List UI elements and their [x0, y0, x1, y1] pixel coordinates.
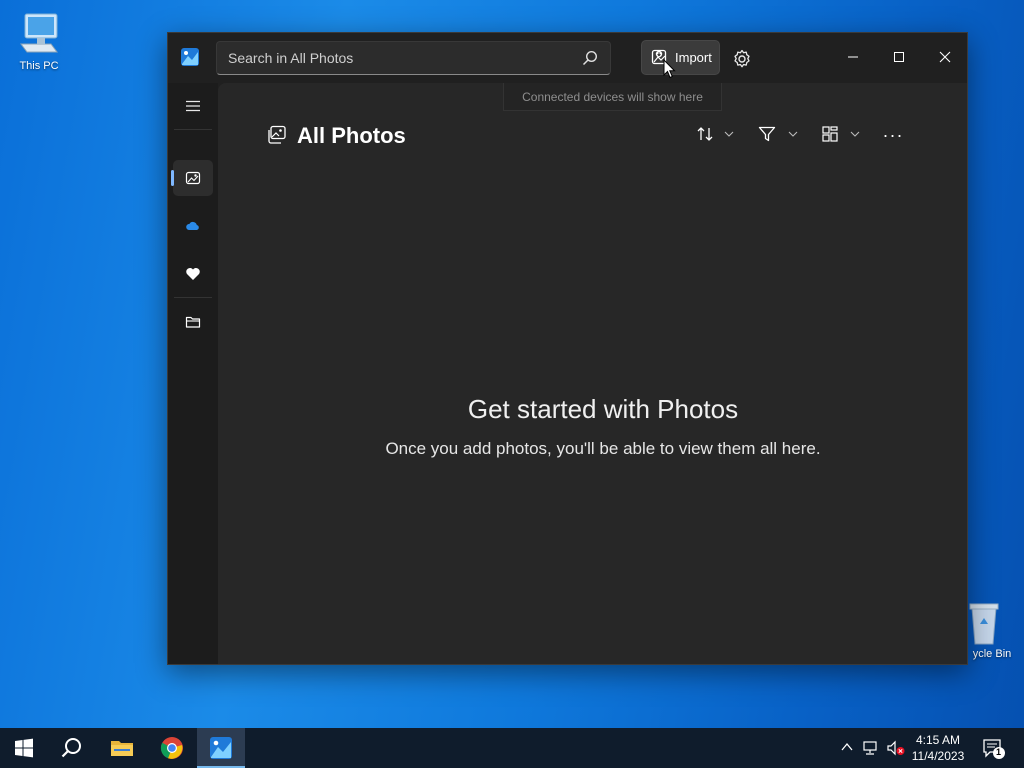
search-input[interactable]: Search in All Photos: [216, 41, 611, 75]
start-button[interactable]: [0, 728, 48, 768]
clock-time: 4:15 AM: [915, 733, 961, 747]
show-hidden-icons-chevron-up-icon[interactable]: [840, 740, 854, 754]
nav-item-favorites[interactable]: [173, 256, 213, 292]
taskbar-photos[interactable]: [197, 728, 245, 768]
close-button[interactable]: [922, 41, 967, 73]
maximize-button[interactable]: [876, 41, 922, 73]
photos-app-icon: [181, 48, 199, 66]
chrome-icon: [160, 737, 183, 759]
desktop-icon-this-pc[interactable]: This PC: [7, 10, 71, 72]
filter-funnel-icon: [758, 126, 776, 142]
maximize-icon: [894, 52, 904, 62]
search-placeholder: Search in All Photos: [228, 50, 354, 66]
system-clock[interactable]: 4:15 AM 11/4/2023: [906, 732, 970, 764]
sort-arrows-icon: [697, 127, 713, 141]
notification-count-badge: 1: [996, 747, 1002, 757]
clock-date: 11/4/2023: [911, 749, 965, 763]
main-content: All Photos ... Get started with Photos O…: [218, 83, 967, 664]
nav-item-onedrive[interactable]: [173, 208, 213, 244]
nav-item-all-photos[interactable]: [171, 160, 213, 196]
file-explorer-icon: [111, 741, 133, 756]
hamburger-menu-icon: [186, 100, 200, 112]
import-button[interactable]: Import: [641, 40, 720, 75]
active-indicator: [171, 170, 174, 186]
nav-menu-button[interactable]: [173, 88, 213, 124]
notification-icon: [983, 739, 1005, 759]
title-bar[interactable]: Search in All Photos Import: [168, 33, 967, 83]
import-label: Import: [675, 50, 712, 65]
action-center-button[interactable]: 1: [982, 738, 1006, 765]
minimize-icon: [848, 56, 858, 58]
view-layout-button[interactable]: [821, 123, 865, 147]
photo-gallery-icon: [185, 171, 201, 185]
more-options-label: ...: [883, 121, 905, 141]
mouse-cursor-icon: [663, 59, 676, 79]
taskbar: 4:15 AM 11/4/2023 1: [0, 728, 1024, 768]
grid-layout-icon: [822, 126, 838, 142]
computer-icon: [20, 13, 58, 53]
minimize-button[interactable]: [830, 41, 876, 73]
heart-icon: [186, 268, 200, 280]
empty-state-subtitle: Once you add photos, you'll be able to v…: [385, 439, 821, 458]
more-options-button[interactable]: ...: [883, 121, 907, 147]
onedrive-cloud-icon: [186, 221, 199, 230]
nav-item-folders[interactable]: [173, 304, 213, 340]
import-tooltip: Connected devices will show here: [503, 83, 722, 111]
windows-logo-icon: [15, 738, 33, 758]
photos-window: Search in All Photos Import All Photos .…: [167, 32, 968, 665]
page-title: All Photos: [297, 123, 406, 148]
settings-gear-icon[interactable]: [731, 48, 753, 70]
taskbar-chrome[interactable]: [148, 728, 196, 768]
chevron-down-icon: [850, 131, 860, 137]
photos-app-icon: [210, 737, 232, 759]
photos-header-icon: [268, 125, 286, 144]
search-icon[interactable]: [582, 50, 598, 66]
nav-divider: [174, 297, 212, 298]
chevron-down-icon: [788, 131, 798, 137]
desktop-icon-label: This PC: [19, 60, 59, 72]
filter-button[interactable]: [758, 123, 802, 147]
nav-divider: [174, 129, 212, 130]
taskbar-file-explorer[interactable]: [98, 728, 146, 768]
folder-icon: [185, 316, 201, 328]
empty-state-title: Get started with Photos: [467, 394, 739, 424]
volume-muted-icon[interactable]: [886, 740, 906, 756]
navigation-pane: [168, 83, 218, 664]
close-icon: [939, 51, 951, 63]
sort-button[interactable]: [696, 123, 740, 147]
network-icon[interactable]: [862, 740, 880, 756]
taskbar-search-button[interactable]: [48, 728, 96, 768]
chevron-down-icon: [724, 131, 734, 137]
search-icon: [61, 738, 81, 758]
